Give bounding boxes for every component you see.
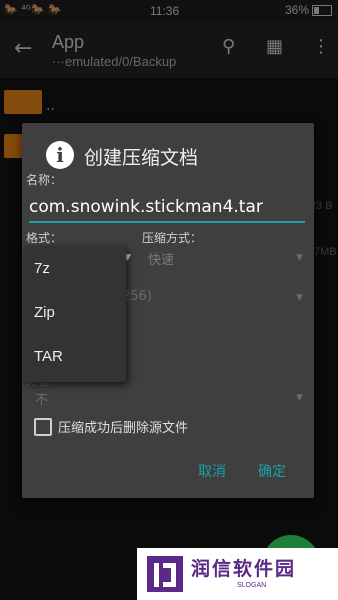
dialog-title: 创建压缩文档: [84, 147, 199, 169]
encryption-select[interactable]: 256): [122, 289, 152, 304]
cancel-button[interactable]: 取消: [198, 461, 226, 481]
archive-name-input[interactable]: [29, 193, 305, 223]
watermark: 润信软件园 SLOGAN: [137, 548, 338, 600]
format-option-tar[interactable]: TAR: [34, 348, 63, 365]
watermark-text: 润信软件园: [191, 558, 297, 580]
split-select[interactable]: 不: [35, 389, 48, 408]
compression-label: 压缩方式：: [142, 231, 203, 245]
confirm-button[interactable]: 确定: [258, 461, 286, 481]
format-option-7z[interactable]: 7z: [34, 260, 50, 277]
watermark-logo-icon: [147, 556, 183, 592]
format-option-zip[interactable]: Zip: [34, 304, 55, 321]
encryption-dropdown-arrow-icon[interactable]: ▼: [296, 293, 303, 303]
format-dropdown-menu: 7z Zip TAR: [24, 246, 126, 382]
format-label: 格式：: [26, 231, 63, 245]
info-icon: i: [46, 141, 74, 169]
split-dropdown-arrow-icon[interactable]: ▼: [296, 393, 303, 403]
delete-source-label[interactable]: 压缩成功后删除源文件: [58, 417, 188, 436]
screen: 🐎 ⁴ᴳ🐎 🐎 11:36 36% ← App ···emulated/0/Ba…: [0, 0, 338, 600]
delete-source-checkbox[interactable]: [34, 418, 52, 436]
name-label: 名称：: [26, 173, 63, 187]
watermark-slogan: SLOGAN: [237, 582, 267, 589]
compression-dropdown-arrow-icon[interactable]: ▼: [296, 253, 303, 263]
compression-select[interactable]: 快速: [148, 249, 174, 268]
